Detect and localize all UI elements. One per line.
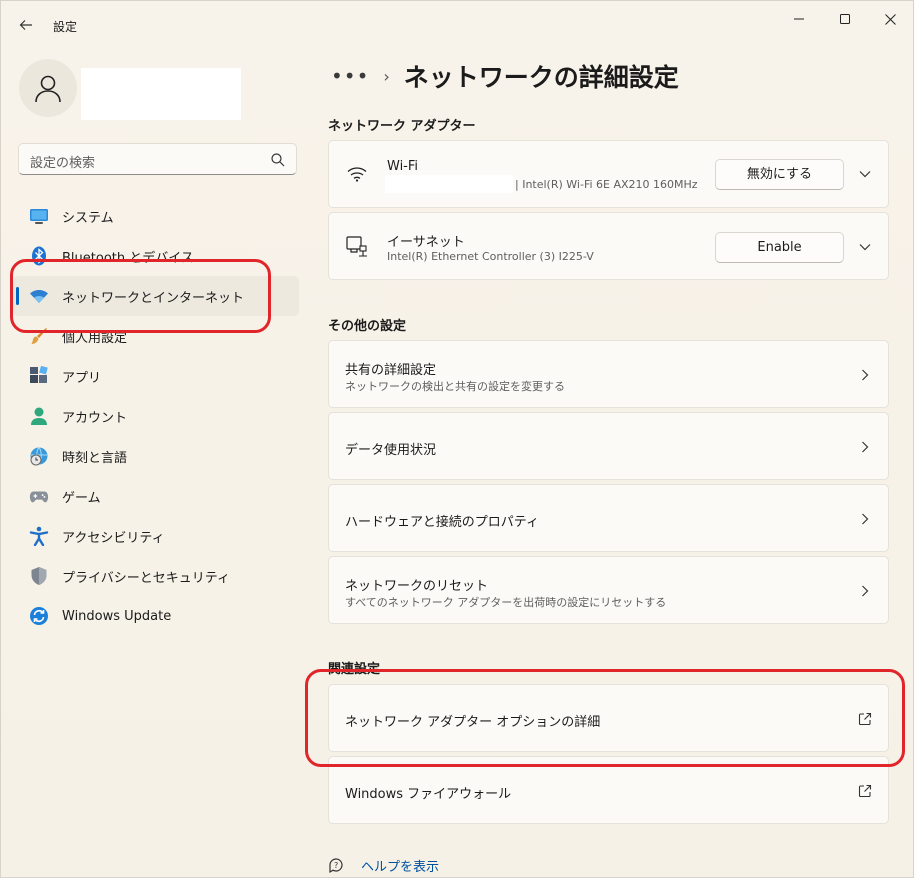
chevron-right-icon [857, 583, 873, 599]
chevron-right-icon [857, 439, 873, 455]
minimize-button[interactable] [779, 7, 819, 31]
sidebar-item-label: アカウント [62, 410, 128, 426]
wifi-icon [347, 167, 367, 182]
section-heading-adapters: ネットワーク アダプター [328, 119, 476, 134]
sidebar-item-accessibility[interactable]: アクセシビリティ [13, 516, 299, 556]
page-title: ネットワークの詳細設定 [403, 63, 679, 92]
sidebar-item-label: Windows Update [62, 608, 172, 624]
search-placeholder: 設定の検索 [30, 156, 96, 171]
sidebar-item-label: ネットワークとインターネット [62, 290, 245, 306]
sidebar-item-gaming[interactable]: ゲーム [13, 476, 299, 516]
sidebar-item-label: アクセシビリティ [62, 530, 165, 546]
breadcrumb: ••• › ネットワークの詳細設定 [331, 59, 679, 93]
sidebar-item-label: 時刻と言語 [62, 450, 128, 466]
row-subtitle: ネットワークの検出と共有の設定を変更する [345, 380, 565, 393]
shield-icon [29, 566, 49, 586]
sidebar-item-label: アプリ [62, 370, 102, 386]
sidebar-item-bluetooth[interactable]: Bluetooth とデバイス [13, 236, 299, 276]
sidebar-item-apps[interactable]: アプリ [13, 356, 299, 396]
apps-icon [29, 366, 49, 386]
settings-row-advanced-sharing[interactable]: 共有の詳細設定 ネットワークの検出と共有の設定を変更する [328, 340, 889, 408]
update-icon [29, 606, 49, 626]
settings-row-windows-firewall[interactable]: Windows ファイアウォール [328, 756, 889, 824]
help-link[interactable]: ? ヘルプを表示 [328, 856, 439, 875]
row-subtitle: すべてのネットワーク アダプターを出荷時の設定にリセットする [345, 596, 667, 609]
settings-row-data-usage[interactable]: データ使用状況 [328, 412, 889, 480]
breadcrumb-overflow-button[interactable]: ••• [331, 64, 369, 88]
section-heading-related: 関連設定 [328, 662, 381, 677]
row-title: ハードウェアと接続のプロパティ [345, 515, 539, 530]
user-icon [35, 75, 61, 103]
row-title: ネットワーク アダプター オプションの詳細 [345, 715, 601, 730]
adapter-card-ethernet[interactable]: イーサネット Intel(R) Ethernet Controller (3) … [328, 212, 889, 280]
accessibility-icon [29, 526, 49, 546]
back-arrow-icon [19, 20, 32, 30]
row-title: Windows ファイアウォール [345, 787, 512, 802]
sidebar-item-label: 個人用設定 [62, 330, 128, 346]
sidebar-item-label: ゲーム [62, 490, 101, 506]
title-bar: 設定 [1, 1, 914, 49]
globe-clock-icon [29, 446, 49, 466]
sidebar-item-accounts[interactable]: アカウント [13, 396, 299, 436]
chevron-down-icon[interactable] [857, 166, 873, 182]
adapter-name: Wi-Fi [387, 159, 419, 174]
bluetooth-icon [29, 246, 49, 266]
settings-window: 設定 設定の検索 システム Bluetooth とデバイス ネットワークとインタ… [0, 0, 914, 878]
wifi-icon [29, 286, 49, 306]
sidebar-item-label: システム [62, 210, 114, 226]
external-link-icon [858, 712, 872, 726]
chevron-right-icon [857, 511, 873, 527]
row-title: ネットワークのリセット [345, 579, 489, 594]
user-name-redacted [81, 68, 241, 120]
active-indicator [16, 287, 19, 305]
ethernet-icon [346, 236, 367, 257]
sidebar-item-label: プライバシーとセキュリティ [62, 570, 230, 586]
section-heading-other: その他の設定 [328, 319, 407, 334]
adapter-card-wifi[interactable]: Wi-Fi | Intel(R) Wi-Fi 6E AX210 160MHz 無… [328, 140, 889, 208]
adapter-description: Intel(R) Ethernet Controller (3) I225-V [387, 250, 594, 263]
monitor-icon [29, 206, 49, 226]
settings-search-input[interactable]: 設定の検索 [18, 143, 297, 175]
avatar[interactable] [19, 59, 77, 117]
sidebar-item-personalization[interactable]: 個人用設定 [13, 316, 299, 356]
settings-row-adapter-options[interactable]: ネットワーク アダプター オプションの詳細 [328, 684, 889, 752]
sidebar-item-time-language[interactable]: 時刻と言語 [13, 436, 299, 476]
sidebar-item-network[interactable]: ネットワークとインターネット [13, 276, 299, 316]
back-button[interactable] [11, 11, 41, 39]
sidebar-item-windows-update[interactable]: Windows Update [13, 596, 299, 636]
settings-row-hardware-properties[interactable]: ハードウェアと接続のプロパティ [328, 484, 889, 552]
close-button[interactable] [870, 7, 910, 31]
chevron-right-icon: › [383, 66, 390, 86]
adapter-description: | Intel(R) Wi-Fi 6E AX210 160MHz [515, 178, 698, 191]
person-icon [29, 406, 49, 426]
sidebar-nav: システム Bluetooth とデバイス ネットワークとインターネット 個人用設… [13, 196, 299, 636]
settings-row-network-reset[interactable]: ネットワークのリセット すべてのネットワーク アダプターを出荷時の設定にリセット… [328, 556, 889, 624]
brush-icon [29, 326, 49, 346]
sidebar-item-privacy[interactable]: プライバシーとセキュリティ [13, 556, 299, 596]
row-title: 共有の詳細設定 [345, 363, 437, 378]
chevron-right-icon [857, 367, 873, 383]
enable-ethernet-button[interactable]: Enable [715, 232, 844, 263]
search-icon [271, 153, 285, 167]
help-icon: ? [329, 857, 343, 873]
app-title: 設定 [53, 20, 78, 34]
minimize-icon [794, 18, 804, 20]
maximize-icon [840, 14, 850, 24]
redacted-field [385, 175, 513, 193]
svg-text:?: ? [334, 861, 338, 870]
sidebar-item-label: Bluetooth とデバイス [62, 250, 194, 266]
maximize-button[interactable] [825, 7, 865, 31]
gamepad-icon [29, 486, 49, 506]
disable-wifi-button[interactable]: 無効にする [715, 159, 844, 190]
row-title: データ使用状況 [345, 443, 437, 458]
sidebar-item-system[interactable]: システム [13, 196, 299, 236]
chevron-down-icon[interactable] [857, 239, 873, 255]
adapter-name: イーサネット [387, 235, 465, 250]
external-link-icon [858, 784, 872, 798]
help-label: ヘルプを表示 [361, 860, 440, 875]
close-icon [884, 13, 896, 25]
